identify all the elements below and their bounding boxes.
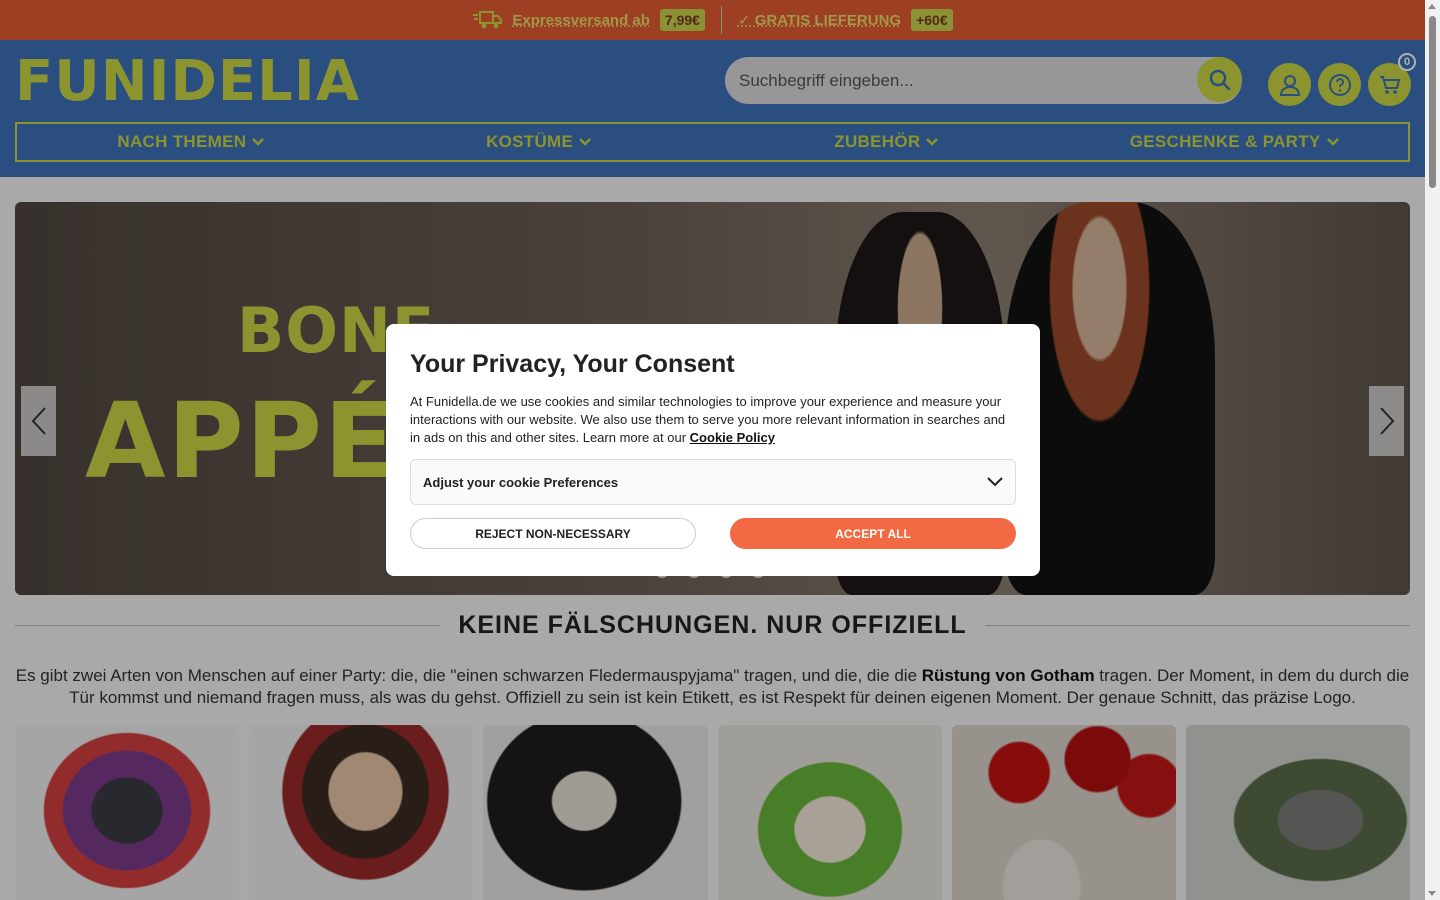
reject-non-necessary-button[interactable]: REJECT NON-NECESSARY xyxy=(410,518,696,549)
consent-body: At Funidella.de we use cookies and simil… xyxy=(410,393,1016,447)
cookie-preferences-toggle[interactable]: Adjust your cookie Preferences xyxy=(410,459,1016,505)
scroll-down-arrow-icon[interactable] xyxy=(1428,891,1436,896)
consent-title: Your Privacy, Your Consent xyxy=(410,350,735,378)
scroll-up-arrow-icon[interactable] xyxy=(1428,4,1436,9)
accept-all-button[interactable]: ACCEPT ALL xyxy=(730,518,1016,549)
cookie-consent-dialog: Your Privacy, Your Consent At Funidella.… xyxy=(386,324,1040,576)
preferences-label: Adjust your cookie Preferences xyxy=(423,474,619,490)
consent-actions: REJECT NON-NECESSARY ACCEPT ALL xyxy=(410,518,1016,549)
scrollbar-thumb[interactable] xyxy=(1429,16,1436,188)
cookie-policy-link[interactable]: Cookie Policy xyxy=(690,430,775,445)
chevron-down-icon xyxy=(987,477,1003,487)
page-scrollbar[interactable] xyxy=(1425,0,1440,900)
